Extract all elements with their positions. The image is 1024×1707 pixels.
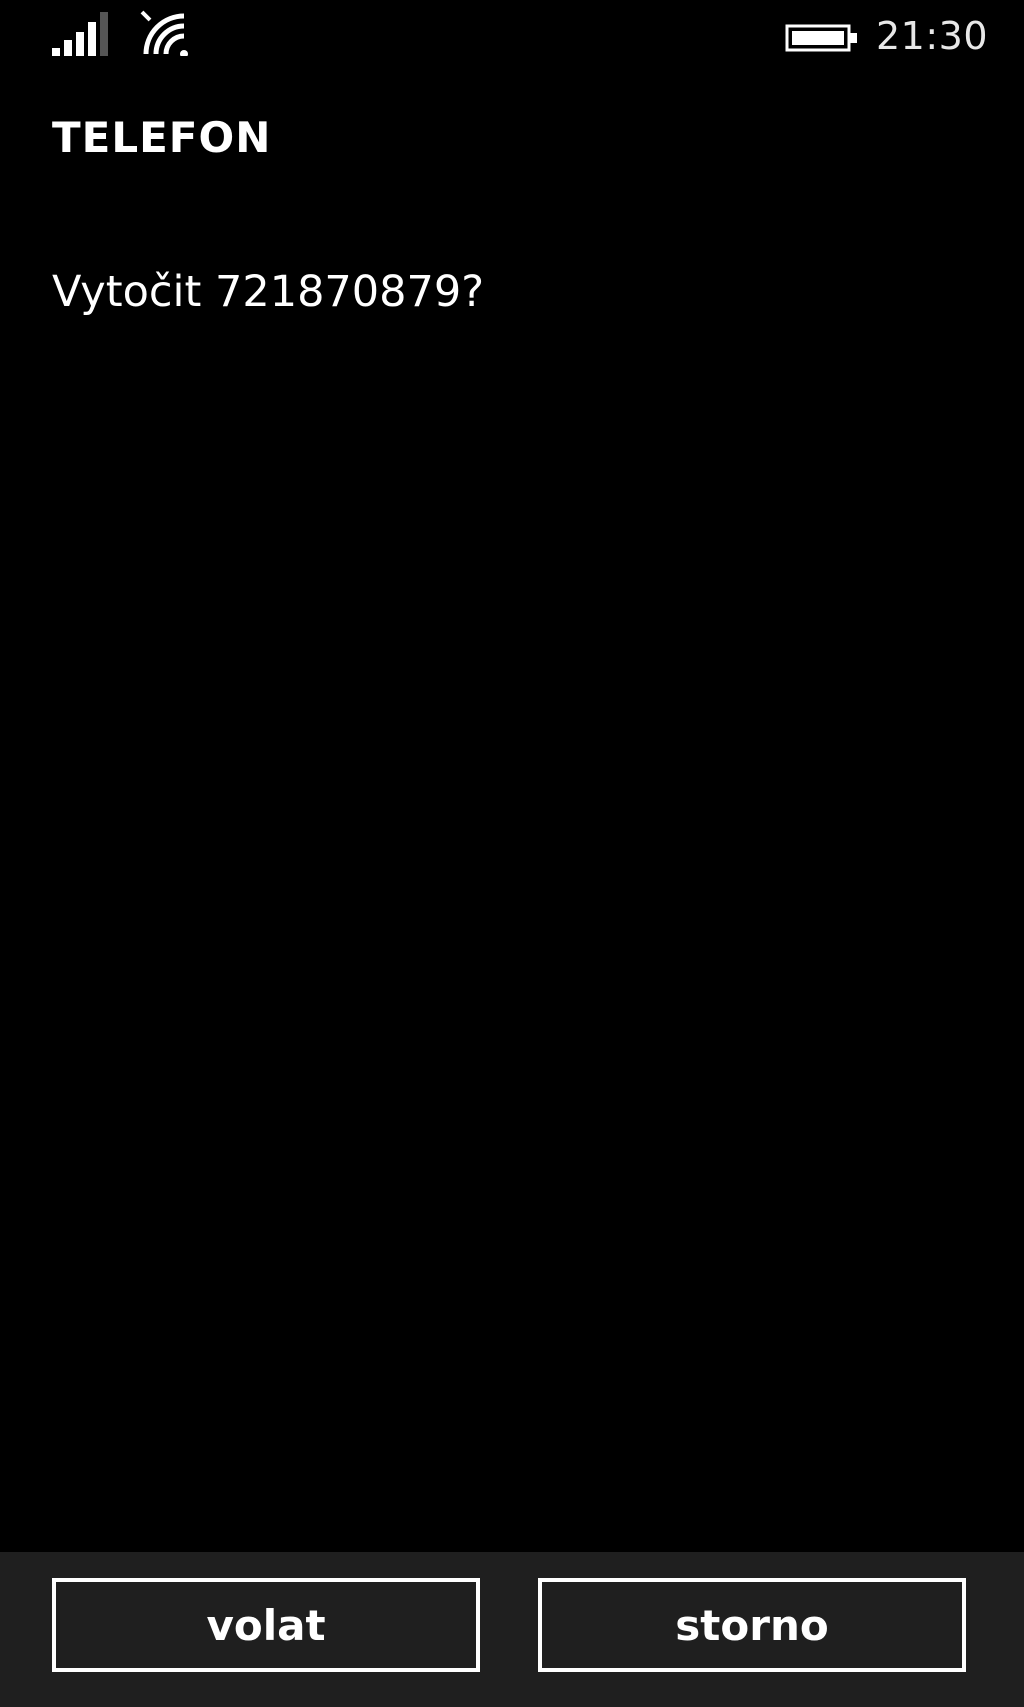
app-title: TELEFON xyxy=(52,113,272,162)
app-bar: volat storno xyxy=(0,1552,1024,1707)
status-bar: 21:30 xyxy=(0,0,1024,72)
status-time: 21:30 xyxy=(876,14,989,58)
cancel-button[interactable]: storno xyxy=(538,1578,966,1672)
phone-screen: 21:30 TELEFON Vytočit 721870879? volat s… xyxy=(0,0,1024,1707)
signal-strength-icon xyxy=(52,12,108,56)
battery-icon xyxy=(785,24,857,52)
call-button[interactable]: volat xyxy=(52,1578,480,1672)
wifi-icon xyxy=(140,10,188,56)
dial-prompt: Vytočit 721870879? xyxy=(52,267,485,317)
